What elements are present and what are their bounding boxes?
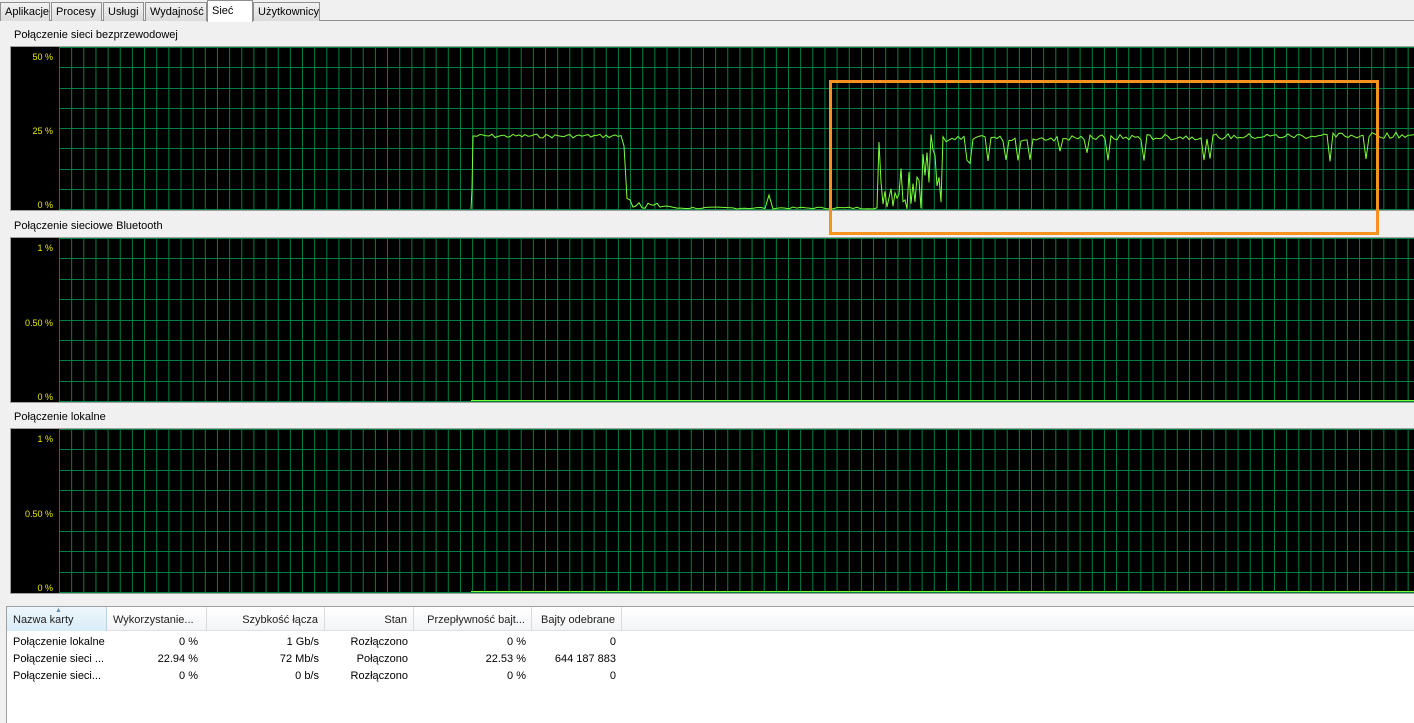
column-header-throughput[interactable]: Przepływność bajt...	[414, 607, 532, 631]
graph-local: 1 % 0.50 % 0 %	[10, 428, 1414, 594]
cell-bytes-received: 0	[609, 636, 616, 648]
tab-bar: Aplikacje Procesy Usługi Wydajność Sieć …	[0, 0, 1414, 22]
y-label-top: 1 %	[37, 243, 53, 253]
cell-throughput: 0 %	[507, 636, 526, 648]
y-label-top: 1 %	[37, 434, 53, 444]
tab-uzytkownicy[interactable]: Użytkownicy	[253, 2, 320, 21]
tab-procesy[interactable]: Procesy	[51, 2, 102, 21]
column-header-link-speed[interactable]: Szybkość łącza	[207, 607, 325, 631]
column-header-state[interactable]: Stan	[325, 607, 414, 631]
graph-grid	[59, 238, 1414, 402]
column-header-name[interactable]: ▲ Nazwa karty	[7, 607, 107, 631]
table-row[interactable]: Połączenie sieci... 0 % 0 b/s Rozłączono…	[7, 668, 627, 685]
y-label-mid: 0.50 %	[25, 318, 53, 328]
cell-state: Rozłączono	[350, 670, 408, 682]
y-label-bottom: 0 %	[37, 200, 53, 210]
sort-up-icon: ▲	[55, 607, 62, 614]
graph-title-local: Połączenie lokalne	[14, 411, 106, 423]
graph-bluetooth-canvas: 1 % 0.50 % 0 %	[25, 238, 1414, 402]
column-header-usage[interactable]: Wykorzystanie...	[107, 607, 207, 631]
cell-link-speed: 0 b/s	[295, 670, 319, 682]
column-header-label: Nazwa karty	[13, 614, 74, 626]
cell-state: Rozłączono	[350, 636, 408, 648]
tab-siec[interactable]: Sieć	[207, 0, 253, 22]
cell-bytes-received: 0	[609, 670, 616, 682]
y-label-bottom: 0 %	[37, 583, 53, 593]
list-header: ▲ Nazwa karty Wykorzystanie... Szybkość …	[7, 607, 1414, 631]
y-label-bottom: 0 %	[37, 392, 53, 402]
graph-bluetooth: 1 % 0.50 % 0 %	[10, 237, 1414, 403]
highlight-box	[829, 80, 1379, 235]
cell-usage: 22.94 %	[157, 653, 198, 665]
tab-wydajnosc[interactable]: Wydajność	[145, 2, 207, 21]
table-row[interactable]: Połączenie lokalne 0 % 1 Gb/s Rozłączono…	[7, 634, 627, 651]
cell-usage: 0 %	[179, 636, 198, 648]
cell-link-speed: 72 Mb/s	[279, 653, 319, 665]
cell-name: Połączenie sieci...	[13, 670, 102, 682]
cell-throughput: 22.53 %	[485, 653, 526, 665]
tab-uslugi[interactable]: Usługi	[103, 2, 144, 21]
column-header-bytes-received[interactable]: Bajty odebrane	[532, 607, 622, 631]
y-label-top: 50 %	[32, 52, 53, 62]
graph-local-canvas: 1 % 0.50 % 0 %	[25, 429, 1414, 593]
cell-bytes-received: 644 187 883	[554, 653, 616, 665]
cell-name: Połączenie lokalne	[13, 636, 105, 648]
cell-usage: 0 %	[179, 670, 198, 682]
cell-link-speed: 1 Gb/s	[286, 636, 319, 648]
graph-grid	[59, 429, 1414, 593]
y-label-mid: 25 %	[32, 126, 53, 136]
graph-title-bluetooth: Połączenie sieciowe Bluetooth	[14, 220, 163, 232]
cell-state: Połączono	[356, 653, 408, 665]
cell-throughput: 0 %	[507, 670, 526, 682]
table-row[interactable]: Połączenie sieci ... 22.94 % 72 Mb/s Poł…	[7, 651, 627, 668]
adapter-list[interactable]: ▲ Nazwa karty Wykorzystanie... Szybkość …	[6, 606, 1414, 723]
graph-title-wireless: Połączenie sieci bezprzewodowej	[14, 29, 178, 41]
y-label-mid: 0.50 %	[25, 509, 53, 519]
cell-name: Połączenie sieci ...	[13, 653, 105, 665]
tab-aplikacje[interactable]: Aplikacje	[0, 2, 50, 21]
